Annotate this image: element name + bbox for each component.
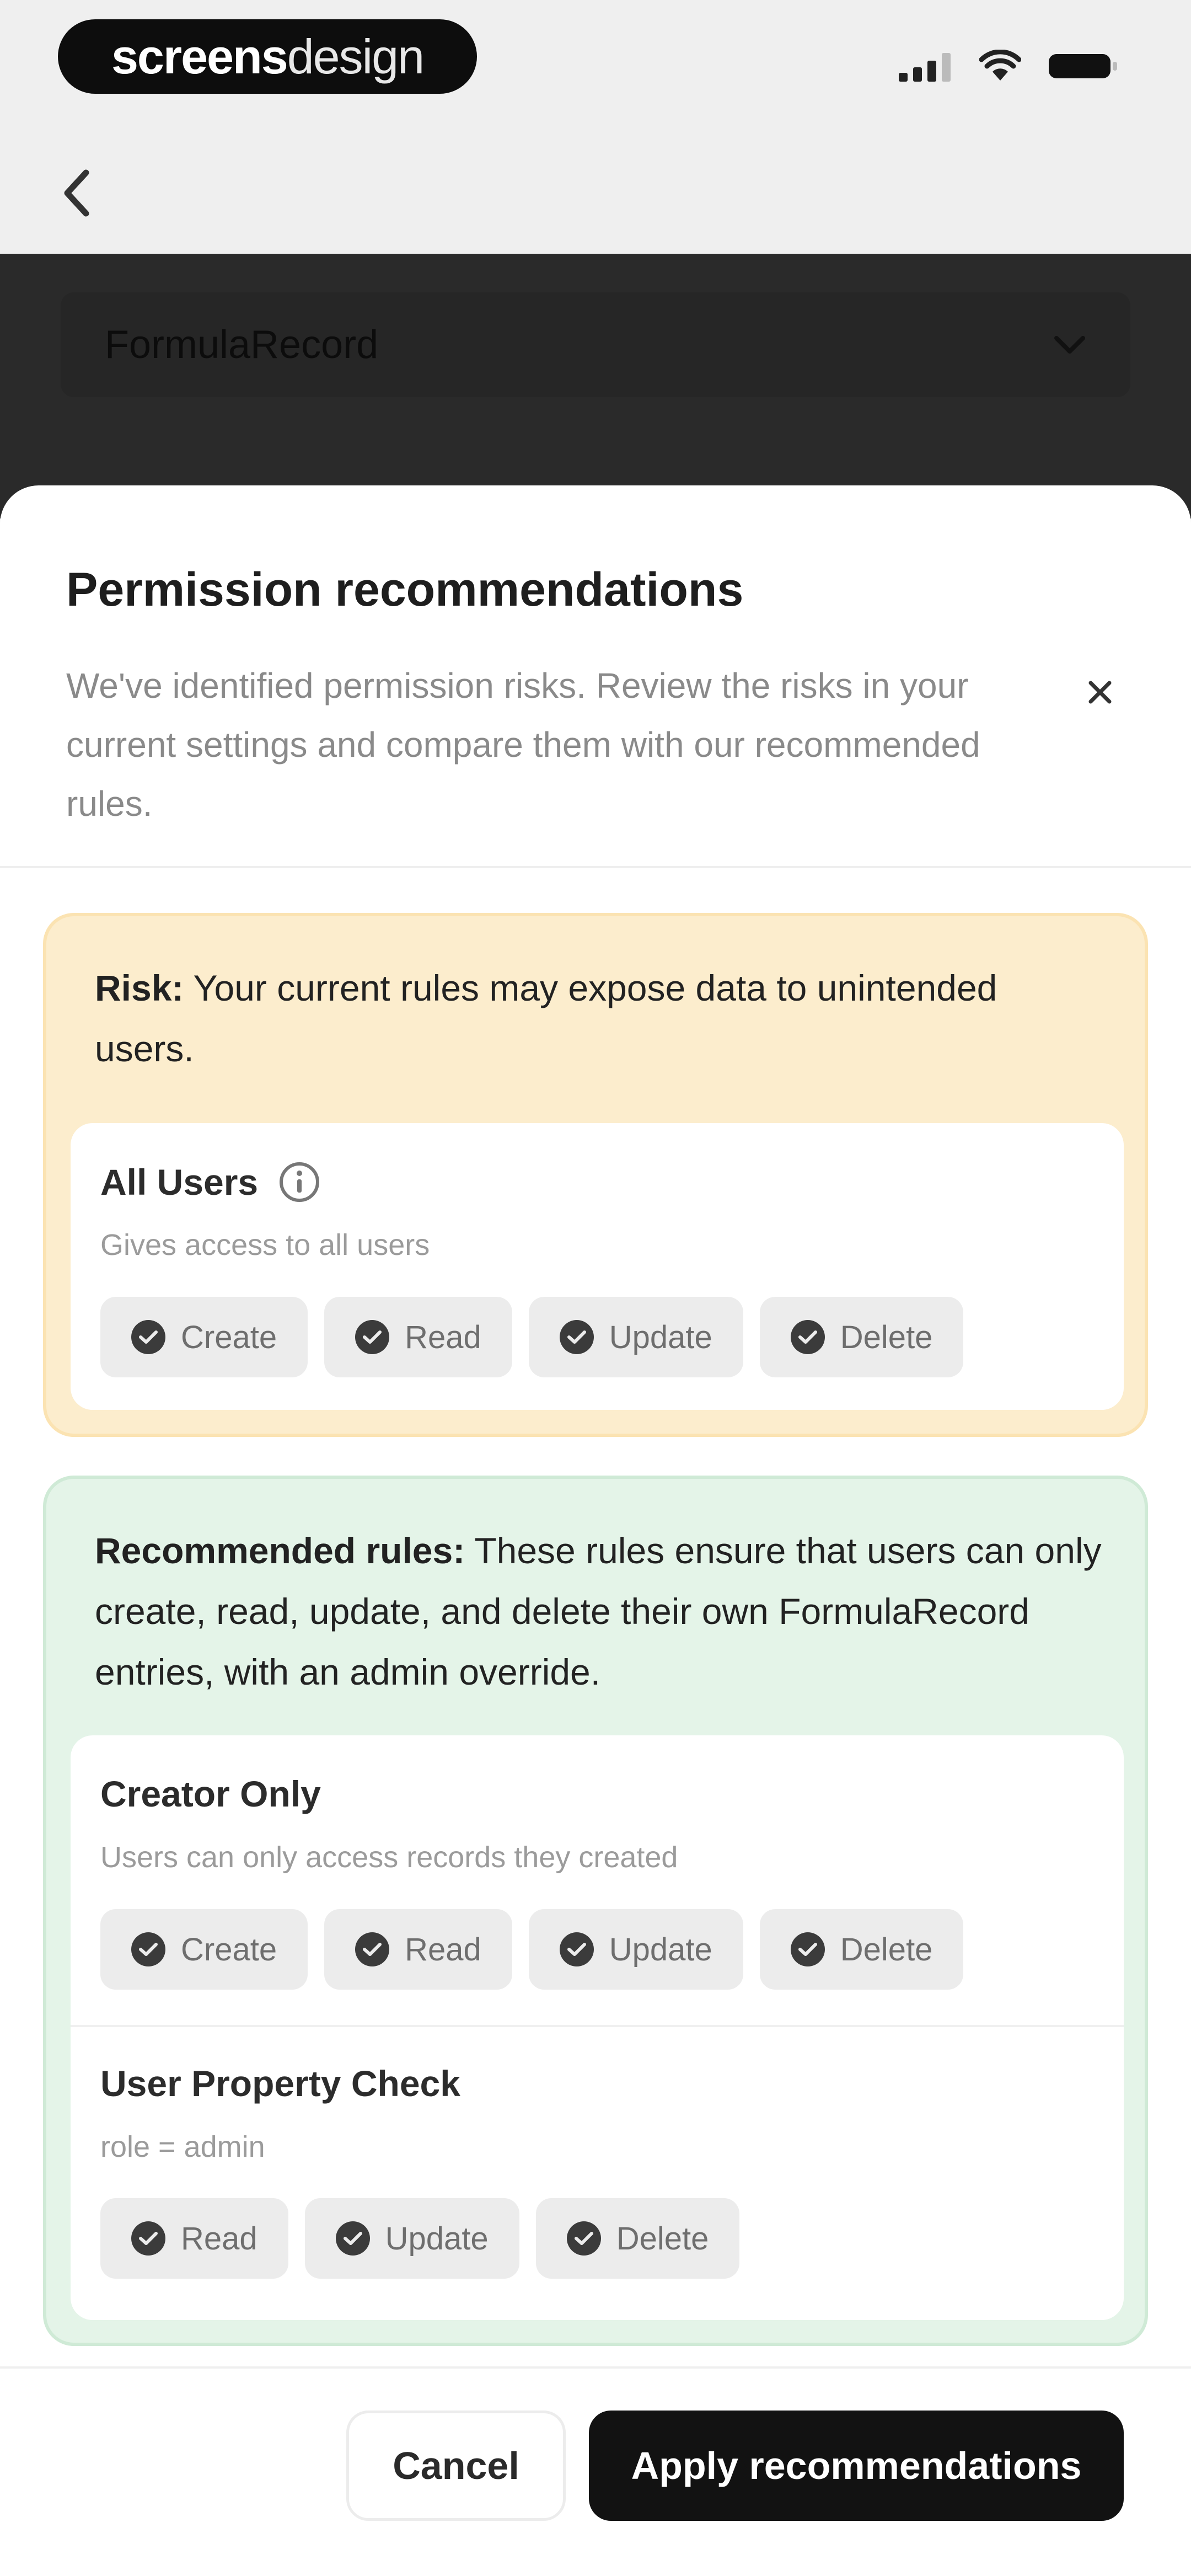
rule-title: Creator Only [100, 1773, 321, 1814]
info-icon[interactable] [278, 1161, 321, 1204]
permission-chip: Create [100, 1909, 308, 1990]
permission-chip: Update [528, 1297, 743, 1377]
permission-chip: Delete [759, 1909, 964, 1990]
apply-recommendations-button[interactable]: Apply recommendations [589, 2411, 1124, 2521]
risk-rule-card: All Users Gives access to all users Crea… [71, 1123, 1124, 1410]
rule-description: role = admin [100, 2130, 265, 2163]
permission-chips: Create Read Update Delete [100, 1297, 964, 1377]
header-divider [0, 866, 1191, 868]
recommended-rules-card: Creator Only Users can only access recor… [71, 1735, 1124, 2320]
check-circle-icon [131, 1932, 165, 1966]
sheet-title: Permission recommendations [66, 563, 744, 616]
permission-chip: Update [304, 2198, 519, 2279]
footer-divider [0, 2366, 1191, 2369]
sheet-description: We've identified permission risks. Revie… [66, 666, 980, 824]
permission-label: Create [181, 1931, 277, 1968]
check-circle-icon [559, 1320, 594, 1354]
check-circle-icon [355, 1932, 390, 1966]
permission-label: Read [405, 1319, 481, 1355]
check-circle-icon [355, 1320, 390, 1354]
rule-user-property-check: User Property Check role = admin Read Up… [71, 2027, 1124, 2320]
battery-icon [1049, 54, 1117, 78]
rule-description: Users can only access records they creat… [100, 1841, 678, 1874]
recommended-message: Recommended rules: These rules ensure th… [95, 1520, 1104, 1702]
permission-chips: Create Read Update Delete [100, 1909, 964, 1990]
rule-title-text: All Users [100, 1162, 259, 1203]
check-circle-icon [131, 2221, 165, 2256]
recommended-label: Recommended rules: [95, 1530, 465, 1571]
rule-title: User Property Check [100, 2063, 460, 2104]
back-button[interactable] [44, 160, 110, 226]
rule-all-users: All Users Gives access to all users Crea… [71, 1123, 1124, 1410]
permission-label: Update [609, 1931, 712, 1968]
brand-logo: screens design [58, 19, 477, 94]
permission-label: Update [385, 2220, 489, 2257]
permission-label: Read [181, 2220, 257, 2257]
permission-label: Read [405, 1931, 481, 1968]
permission-label: Delete [840, 1319, 933, 1355]
close-button[interactable] [1070, 662, 1130, 723]
permission-label: Create [181, 1319, 277, 1355]
check-circle-icon [335, 2221, 370, 2256]
permission-chips: Read Update Delete [100, 2198, 740, 2279]
permission-chip: Read [100, 2198, 288, 2279]
status-bar: screens design [0, 0, 1191, 132]
rule-creator-only: Creator Only Users can only access recor… [71, 1735, 1124, 2025]
risk-panel: Risk: Your current rules may expose data… [43, 913, 1148, 1437]
permission-label: Delete [616, 2220, 709, 2257]
check-circle-icon [566, 2221, 601, 2256]
risk-message: Risk: Your current rules may expose data… [95, 958, 1104, 1079]
rule-description: Gives access to all users [100, 1228, 430, 1262]
permission-label: Delete [840, 1931, 933, 1968]
risk-label: Risk: [95, 968, 184, 1008]
chevron-left-icon [64, 169, 89, 217]
dimmed-background: FormulaRecord [0, 254, 1191, 519]
permission-chip: Read [324, 1909, 512, 1990]
check-circle-icon [790, 1932, 825, 1966]
wifi-icon [979, 50, 1021, 81]
check-circle-icon [559, 1932, 594, 1966]
check-circle-icon [131, 1320, 165, 1354]
permission-chip: Create [100, 1297, 308, 1377]
permission-chip: Update [528, 1909, 743, 1990]
permission-chip: Delete [759, 1297, 964, 1377]
record-type-select-value: FormulaRecord [105, 323, 379, 367]
signal-icon [899, 53, 951, 82]
check-circle-icon [790, 1320, 825, 1354]
permission-label: Update [609, 1319, 712, 1355]
brand-logo-light: design [287, 29, 425, 84]
permission-chip: Delete [535, 2198, 740, 2279]
chevron-down-icon [1054, 336, 1085, 354]
nav-bar [0, 132, 1191, 254]
brand-logo-bold: screens [111, 29, 288, 84]
risk-text: Your current rules may expose data to un… [95, 968, 997, 1069]
close-icon [1088, 681, 1112, 704]
status-icons [898, 50, 1119, 83]
rule-title: All Users [100, 1161, 321, 1204]
permission-recommendations-sheet: Permission recommendations We've identif… [0, 485, 1191, 2576]
cancel-button[interactable]: Cancel [346, 2411, 566, 2521]
permission-chip: Read [324, 1297, 512, 1377]
recommended-panel: Recommended rules: These rules ensure th… [43, 1476, 1148, 2346]
record-type-select[interactable]: FormulaRecord [61, 292, 1130, 397]
